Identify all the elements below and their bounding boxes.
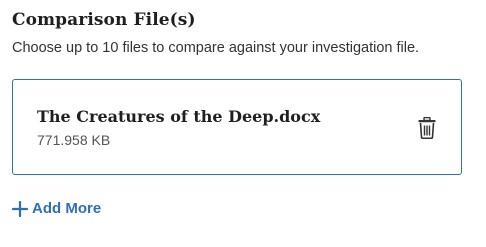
delete-file-button[interactable] (414, 114, 440, 142)
file-name: The Creatures of the Deep.docx (37, 107, 321, 126)
file-card: The Creatures of the Deep.docx 771.958 K… (12, 79, 462, 175)
plus-icon (12, 200, 28, 217)
file-size: 771.958 KB (37, 132, 111, 148)
section-title: Comparison File(s) (12, 10, 196, 30)
section-description: Choose up to 10 files to compare against… (12, 40, 420, 56)
trash-icon (418, 117, 436, 139)
add-more-button[interactable]: Add More (12, 200, 101, 217)
add-more-label: Add More (32, 200, 102, 217)
